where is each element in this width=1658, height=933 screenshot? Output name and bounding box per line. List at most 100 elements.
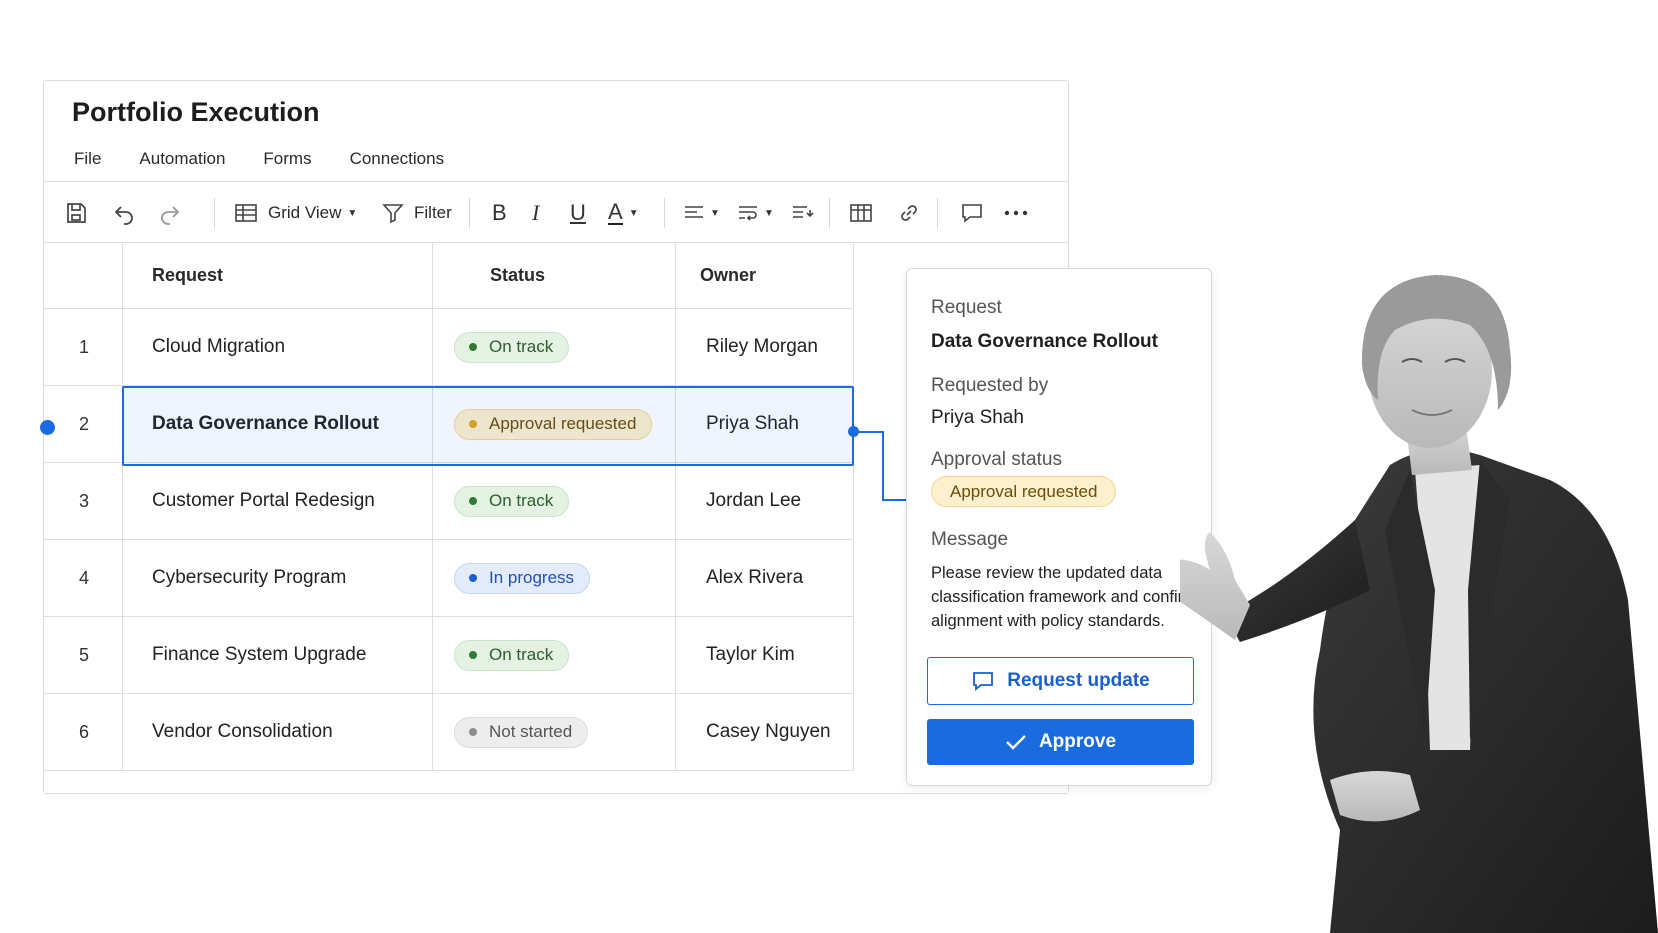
approval-status-label: Approval status: [931, 449, 1062, 470]
comment-button[interactable]: [961, 182, 983, 244]
status-dot: [469, 574, 477, 582]
menu-bar: File Automation Forms Connections: [74, 149, 482, 169]
status-cell[interactable]: On track: [454, 617, 570, 693]
save-button[interactable]: [64, 182, 88, 244]
presenter-illustration: [1180, 275, 1658, 933]
status-cell[interactable]: In progress: [454, 540, 591, 616]
text-wrap-icon: [739, 206, 757, 221]
status-dot: [469, 651, 477, 659]
status-badge: On track: [454, 485, 570, 517]
message-text: Please review the updated data classific…: [931, 564, 1197, 630]
approve-button[interactable]: Approve: [927, 719, 1194, 765]
italic-button[interactable]: I: [532, 182, 539, 244]
redo-icon: [161, 206, 180, 225]
owner-cell[interactable]: Jordan Lee: [706, 463, 801, 539]
status-dot: [469, 728, 477, 736]
column-header-status[interactable]: Status: [490, 243, 545, 308]
menu-forms[interactable]: Forms: [263, 149, 311, 169]
status-cell[interactable]: On track: [454, 463, 570, 539]
toolbar: Grid View ▼ Filter B I U A ▼ ▼ ▼: [44, 181, 1068, 243]
bold-icon: B: [492, 200, 507, 225]
comment-icon: [973, 672, 994, 691]
checkmark-icon: [1006, 735, 1026, 750]
redo-button[interactable]: [158, 182, 182, 244]
selected-row-highlight: [122, 386, 854, 466]
status-badge: Not started: [454, 716, 589, 748]
bold-button[interactable]: B: [492, 182, 507, 244]
column-header-owner[interactable]: Owner: [700, 243, 756, 308]
request-cell[interactable]: Cybersecurity Program: [152, 540, 346, 616]
request-update-button[interactable]: Request update: [927, 657, 1194, 705]
row-number: 2: [78, 413, 89, 434]
status-dot: [469, 497, 477, 505]
menu-connections[interactable]: Connections: [350, 149, 445, 169]
request-cell[interactable]: Finance System Upgrade: [152, 617, 366, 693]
approve-label: Approve: [1038, 731, 1117, 752]
grid-view-label: Grid View: [268, 203, 342, 222]
connector-line: [855, 431, 907, 501]
menu-file[interactable]: File: [74, 149, 101, 169]
wrap-dropdown[interactable]: ▼: [738, 182, 774, 244]
align-dropdown[interactable]: ▼: [684, 182, 720, 244]
grid-divider: [853, 243, 854, 771]
format-button[interactable]: [792, 182, 814, 244]
status-cell[interactable]: On track: [454, 309, 570, 385]
filter-label: Filter: [414, 203, 452, 222]
filter-button[interactable]: Filter: [382, 182, 452, 244]
row-number: 6: [78, 721, 89, 742]
text-color-icon: A: [608, 199, 623, 225]
owner-cell[interactable]: Taylor Kim: [706, 617, 795, 693]
table-row[interactable]: 1 Cloud Migration On track Riley Morgan: [44, 309, 854, 386]
status-badge: Approval requested: [931, 476, 1117, 507]
owner-cell[interactable]: Riley Morgan: [706, 309, 818, 385]
request-cell[interactable]: Cloud Migration: [152, 309, 285, 385]
table-icon: [850, 204, 872, 222]
underline-button[interactable]: U: [570, 182, 586, 244]
page-title: Portfolio Execution: [72, 97, 320, 127]
status-text: On track: [489, 337, 554, 356]
grid-view-icon: [235, 204, 257, 222]
grid-divider: [122, 243, 123, 771]
table-row[interactable]: 5 Finance System Upgrade On track Taylor…: [44, 617, 854, 694]
link-button[interactable]: [898, 182, 920, 244]
text-color-dropdown[interactable]: A ▼: [608, 182, 639, 244]
status-text: On track: [489, 645, 554, 664]
chevron-down-icon: ▼: [764, 207, 774, 219]
owner-cell[interactable]: Alex Rivera: [706, 540, 803, 616]
chevron-down-icon: ▼: [347, 207, 358, 219]
menu-automation[interactable]: Automation: [139, 149, 225, 169]
approval-status-text: Approval requested: [950, 481, 1098, 501]
undo-button[interactable]: [112, 182, 136, 244]
request-update-label: Request update: [1007, 670, 1150, 691]
row-number: 4: [78, 567, 89, 588]
table-row[interactable]: 6 Vendor Consolidation Not started Casey…: [44, 694, 854, 771]
grid-view-dropdown[interactable]: Grid View ▼: [234, 182, 357, 244]
column-header-request[interactable]: Request: [152, 243, 223, 308]
comment-icon: [962, 204, 982, 223]
status-text: In progress: [489, 568, 575, 587]
message-label: Message: [931, 529, 1009, 550]
request-cell[interactable]: Vendor Consolidation: [152, 694, 333, 770]
save-icon: [67, 203, 86, 223]
status-cell[interactable]: Not started: [454, 694, 589, 770]
requested-by-label: Requested by: [931, 375, 1049, 396]
table-row[interactable]: 3 Customer Portal Redesign On track Jord…: [44, 463, 854, 540]
selection-handle-left[interactable]: [40, 420, 55, 435]
header-row: Request Status Owner: [44, 243, 854, 309]
chevron-down-icon: ▼: [628, 207, 639, 219]
italic-icon: I: [532, 200, 540, 225]
owner-cell[interactable]: Casey Nguyen: [706, 694, 831, 770]
grid-divider: [432, 243, 433, 771]
status-badge: On track: [454, 639, 570, 671]
insert-table-button[interactable]: [849, 182, 873, 244]
more-options-button[interactable]: [1004, 182, 1028, 244]
filter-icon: [382, 204, 404, 224]
grid-divider: [675, 243, 676, 771]
chevron-down-icon: ▼: [710, 207, 720, 219]
status-text: On track: [489, 491, 554, 510]
row-number: 3: [78, 490, 89, 511]
row-number: 1: [78, 336, 89, 357]
request-detail-panel: Request Data Governance Rollout Requeste…: [906, 268, 1212, 786]
table-row[interactable]: 4 Cybersecurity Program In progress Alex…: [44, 540, 854, 617]
request-cell[interactable]: Customer Portal Redesign: [152, 463, 375, 539]
